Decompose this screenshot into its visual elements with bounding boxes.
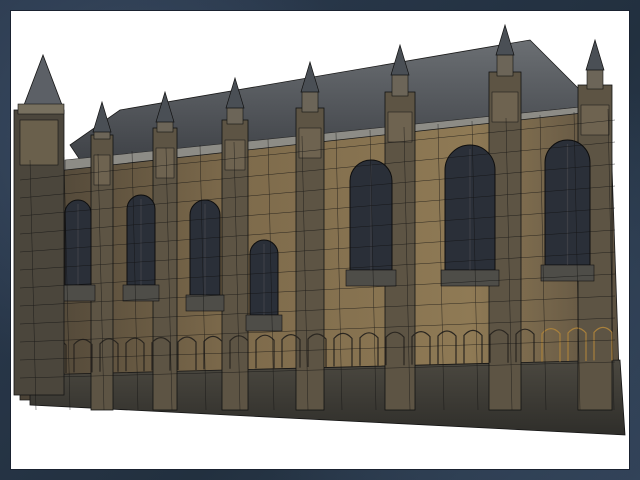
pinnacle-shaft — [301, 89, 319, 113]
3d-viewport[interactable] — [10, 10, 630, 470]
viewport-border-frame — [0, 0, 640, 480]
pinnacle-shaft — [586, 67, 604, 90]
buttress-panel — [93, 154, 111, 186]
window-sill — [345, 269, 397, 287]
buttress-panel — [580, 104, 610, 136]
spire — [585, 38, 605, 71]
buttress-panel — [387, 111, 413, 143]
cathedral-render — [13, 23, 626, 436]
spire — [390, 43, 410, 76]
window-sill — [245, 314, 283, 332]
window-sill — [540, 264, 595, 282]
buttress-panel — [155, 147, 175, 179]
corner-tower-left — [13, 53, 65, 396]
spire — [495, 23, 515, 56]
buttress-panel — [224, 139, 246, 171]
buttress-panel — [491, 91, 519, 123]
window-sill — [440, 269, 500, 287]
spire — [92, 100, 112, 133]
window-sill — [60, 284, 96, 302]
pinnacle-shaft — [226, 105, 244, 125]
pinnacle-shaft — [391, 72, 409, 97]
pinnacle-shaft — [496, 52, 514, 77]
window-sill — [185, 294, 225, 312]
